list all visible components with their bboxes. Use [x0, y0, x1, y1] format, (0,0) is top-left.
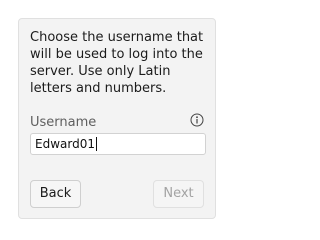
username-input-value: Edward01	[35, 137, 95, 151]
username-setup-panel: Choose the username that will be used to…	[18, 18, 216, 219]
back-button[interactable]: Back	[30, 180, 81, 208]
next-button[interactable]: Next	[153, 180, 204, 208]
username-label: Username	[30, 115, 97, 130]
instructions-text: Choose the username that will be used to…	[30, 30, 204, 96]
text-caret	[95, 136, 97, 151]
username-input[interactable]: Edward01	[30, 133, 206, 155]
info-icon[interactable]	[190, 113, 204, 127]
